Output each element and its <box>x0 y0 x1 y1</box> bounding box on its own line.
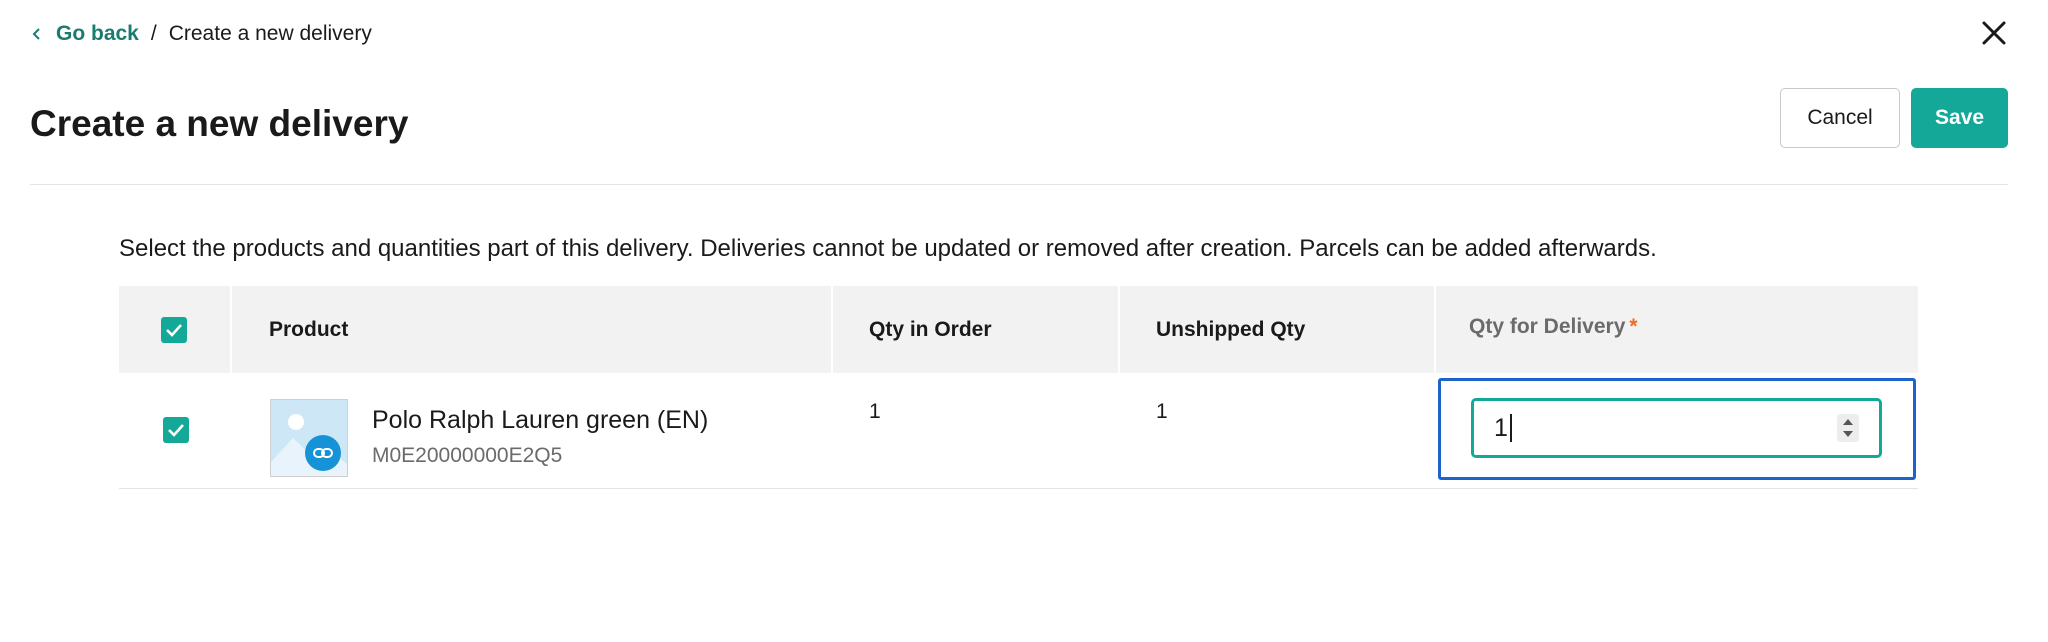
close-icon[interactable] <box>1978 17 2010 49</box>
product-name[interactable]: Polo Ralph Lauren green (EN) <box>372 406 708 435</box>
column-separator <box>1434 286 1436 373</box>
page-title: Create a new delivery <box>30 103 409 144</box>
qty-for-delivery-field[interactable] <box>1471 398 1882 458</box>
product-thumbnail <box>270 399 348 477</box>
row-select-checkbox[interactable] <box>163 417 189 443</box>
qty-for-delivery-input[interactable] <box>1494 401 1824 455</box>
link-icon[interactable] <box>305 435 341 471</box>
text-caret <box>1510 414 1512 442</box>
breadcrumb: Go back / Create a new delivery <box>30 20 372 48</box>
breadcrumb-separator: / <box>150 22 157 45</box>
column-separator <box>1118 286 1120 373</box>
checkmark-icon <box>168 424 184 437</box>
stepper-arrows-icon[interactable] <box>1837 414 1859 442</box>
save-button[interactable]: Save <box>1911 88 2008 148</box>
stepper-up-icon[interactable] <box>1842 418 1854 426</box>
header-divider <box>30 184 2008 185</box>
qty-in-order-value: 1 <box>869 400 881 423</box>
breadcrumb-current: Create a new delivery <box>168 22 372 45</box>
table-header: Product Qty in Order Unshipped Qty Qty f… <box>119 286 1918 373</box>
required-marker: * <box>1629 314 1638 338</box>
column-header-unshipped-qty[interactable]: Unshipped Qty <box>1156 286 1305 373</box>
qty-for-delivery-label: Qty for Delivery <box>1469 314 1626 338</box>
checkmark-icon <box>166 324 182 337</box>
go-back-link[interactable]: Go back <box>56 22 139 46</box>
column-header-qty-for-delivery[interactable]: Qty for Delivery * <box>1469 283 1638 370</box>
column-separator <box>831 286 833 373</box>
product-sku: M0E20000000E2Q5 <box>372 444 563 467</box>
stepper-down-icon[interactable] <box>1842 430 1854 438</box>
intro-text: Select the products and quantities part … <box>119 235 1657 262</box>
column-separator <box>230 286 232 373</box>
chevron-left-icon[interactable] <box>30 27 44 41</box>
column-header-qty-in-order[interactable]: Qty in Order <box>869 286 992 373</box>
column-header-product[interactable]: Product <box>269 286 348 373</box>
unshipped-qty-value: 1 <box>1156 400 1168 423</box>
select-all-checkbox[interactable] <box>161 317 187 343</box>
cancel-button[interactable]: Cancel <box>1780 88 1900 148</box>
